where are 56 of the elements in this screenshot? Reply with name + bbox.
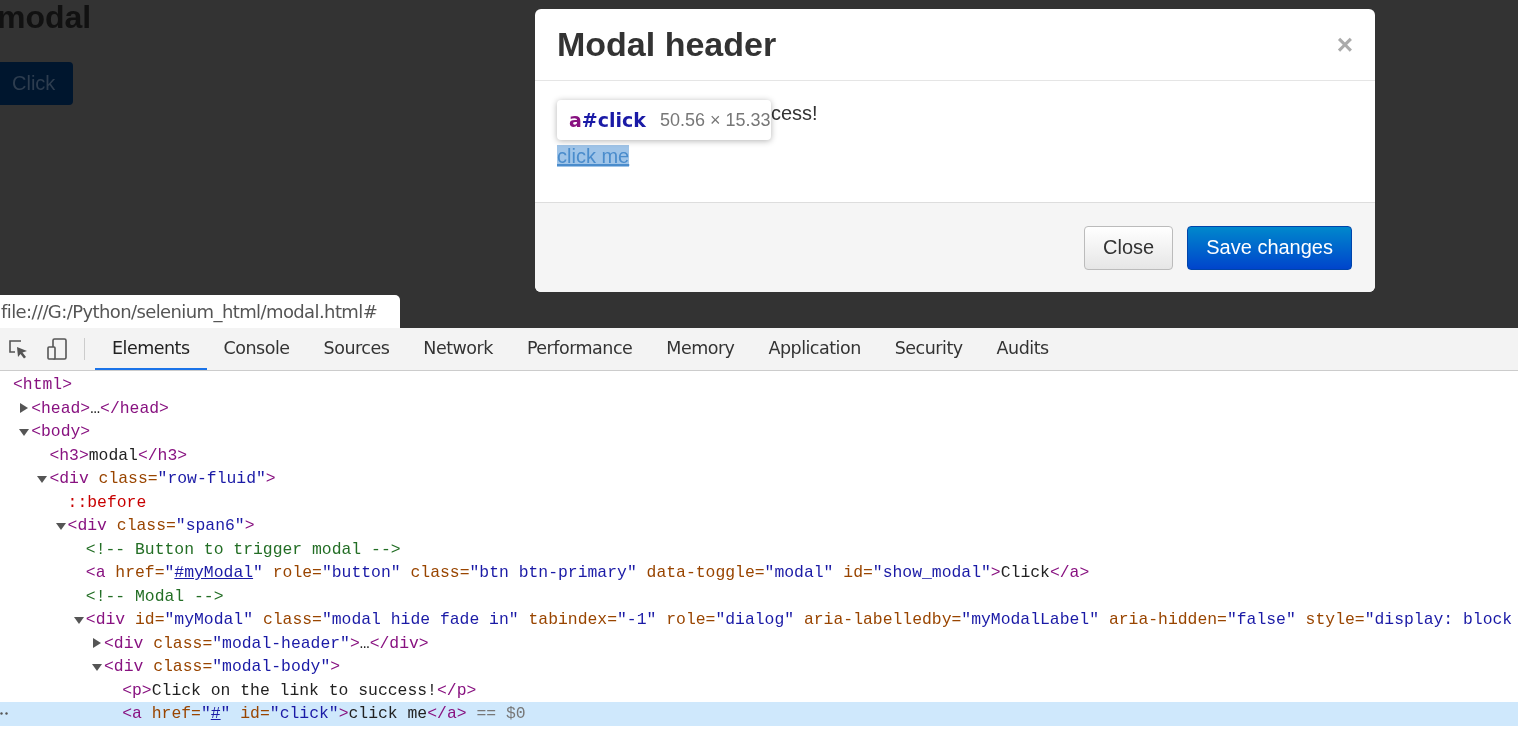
devtools-tab[interactable]: Elements bbox=[95, 328, 207, 370]
devtools-tab[interactable]: Performance bbox=[509, 328, 650, 370]
expanded-arrow-icon[interactable] bbox=[55, 520, 66, 531]
device-icon[interactable] bbox=[45, 337, 69, 361]
collapsed-arrow-icon[interactable] bbox=[19, 403, 30, 414]
dom-node-row[interactable]: <div id="myModal" class="modal hide fade in" tabindex="-1" role="dialog" aria-labelledby="myModalLabel" aria-hidden="false" style="display: block bbox=[0, 608, 1518, 632]
status-url: file:///G:/Python/selenium_html/modal.html# bbox=[0, 295, 400, 328]
code-line: <div class="row-fluid"> bbox=[49, 469, 276, 489]
dom-node-row[interactable]: <div class="row-fluid"> bbox=[0, 467, 1518, 491]
dom-node-row[interactable]: <h3>modal</h3> bbox=[0, 443, 1518, 467]
dom-node-row[interactable]: ::before bbox=[0, 490, 1518, 514]
devtools-tab[interactable]: Console bbox=[206, 328, 307, 370]
paragraph-text: cess! bbox=[771, 102, 818, 124]
devtools-tab[interactable]: Application bbox=[751, 328, 878, 370]
code-line: <a href="#" id="click">click me</a> == $0 bbox=[122, 704, 526, 724]
dom-node-row[interactable]: <html> bbox=[0, 373, 1518, 397]
expanded-arrow-icon[interactable] bbox=[19, 426, 30, 437]
devtools-tab[interactable]: Memory bbox=[649, 328, 752, 370]
code-line: <head>…</head> bbox=[31, 398, 169, 418]
element-size: 50.56 × 15.33 bbox=[659, 109, 771, 131]
code-line: <div class="modal-body"> bbox=[104, 657, 341, 677]
dom-node-row[interactable]: <div class="modal-header">…</div> bbox=[0, 631, 1518, 655]
expanded-arrow-icon[interactable] bbox=[37, 473, 48, 484]
code-line: <!-- Modal --> bbox=[85, 586, 224, 606]
close-button[interactable]: Close bbox=[1084, 225, 1174, 270]
element-selector: a#click bbox=[569, 109, 646, 131]
devtools-tab[interactable]: Sources bbox=[306, 328, 407, 370]
code-line: <!-- Button to trigger modal --> bbox=[85, 539, 401, 559]
code-line: <html> bbox=[13, 375, 73, 395]
code-line: <div class="modal-header">…</div> bbox=[104, 633, 429, 653]
dom-node-row[interactable]: <head>…</head> bbox=[0, 396, 1518, 420]
code-line: <body> bbox=[31, 422, 91, 442]
dom-node-row[interactable]: <p>Click on the link to success!</p> bbox=[0, 678, 1518, 702]
code-line: <a href="#myModal" role="button" class="btn btn-primary" data-toggle="modal" id="show_modal">Click</a> bbox=[85, 563, 1090, 583]
expanded-arrow-icon[interactable] bbox=[92, 661, 102, 672]
devtools-tab[interactable]: Audits bbox=[979, 328, 1066, 370]
save-button[interactable]: Save changes bbox=[1187, 225, 1352, 270]
code-line: <p>Click on the link to success!</p> bbox=[122, 680, 477, 700]
code-line: <div id="myModal" class="modal hide fade in" tabindex="-1" role="dialog" aria-labelledby="myModalLabel" aria-hidden="false" style="display: block bbox=[85, 610, 1513, 630]
devtools-tab[interactable]: Security bbox=[877, 328, 980, 370]
more-icon[interactable] bbox=[0, 712, 9, 715]
dom-node-row[interactable]: <!-- Button to trigger modal --> bbox=[0, 537, 1518, 561]
dom-node-row[interactable]: <body> bbox=[0, 420, 1518, 444]
dom-node-row[interactable]: <div class="span6"> bbox=[0, 514, 1518, 538]
dom-node-row[interactable]: <a href="#" id="click">click me</a> == $0 bbox=[0, 702, 1518, 726]
collapsed-arrow-icon[interactable] bbox=[92, 638, 102, 649]
dom-node-row[interactable]: <a href="#myModal" role="button" class="btn btn-primary" data-toggle="modal" id="show_modal">Click</a> bbox=[0, 561, 1518, 585]
devtools-tab[interactable]: Network bbox=[406, 328, 510, 370]
dom-node-row[interactable]: <!-- Modal --> bbox=[0, 584, 1518, 608]
expanded-arrow-icon[interactable] bbox=[73, 614, 84, 625]
modal-title: Modal header bbox=[557, 25, 777, 64]
inspect-icon[interactable] bbox=[7, 338, 29, 360]
code-line: ::before bbox=[67, 492, 147, 512]
dom-node-row[interactable]: <div class="modal-body"> bbox=[0, 655, 1518, 679]
code-line: <h3>modal</h3> bbox=[49, 445, 188, 465]
code-line: <div class="span6"> bbox=[67, 516, 255, 536]
